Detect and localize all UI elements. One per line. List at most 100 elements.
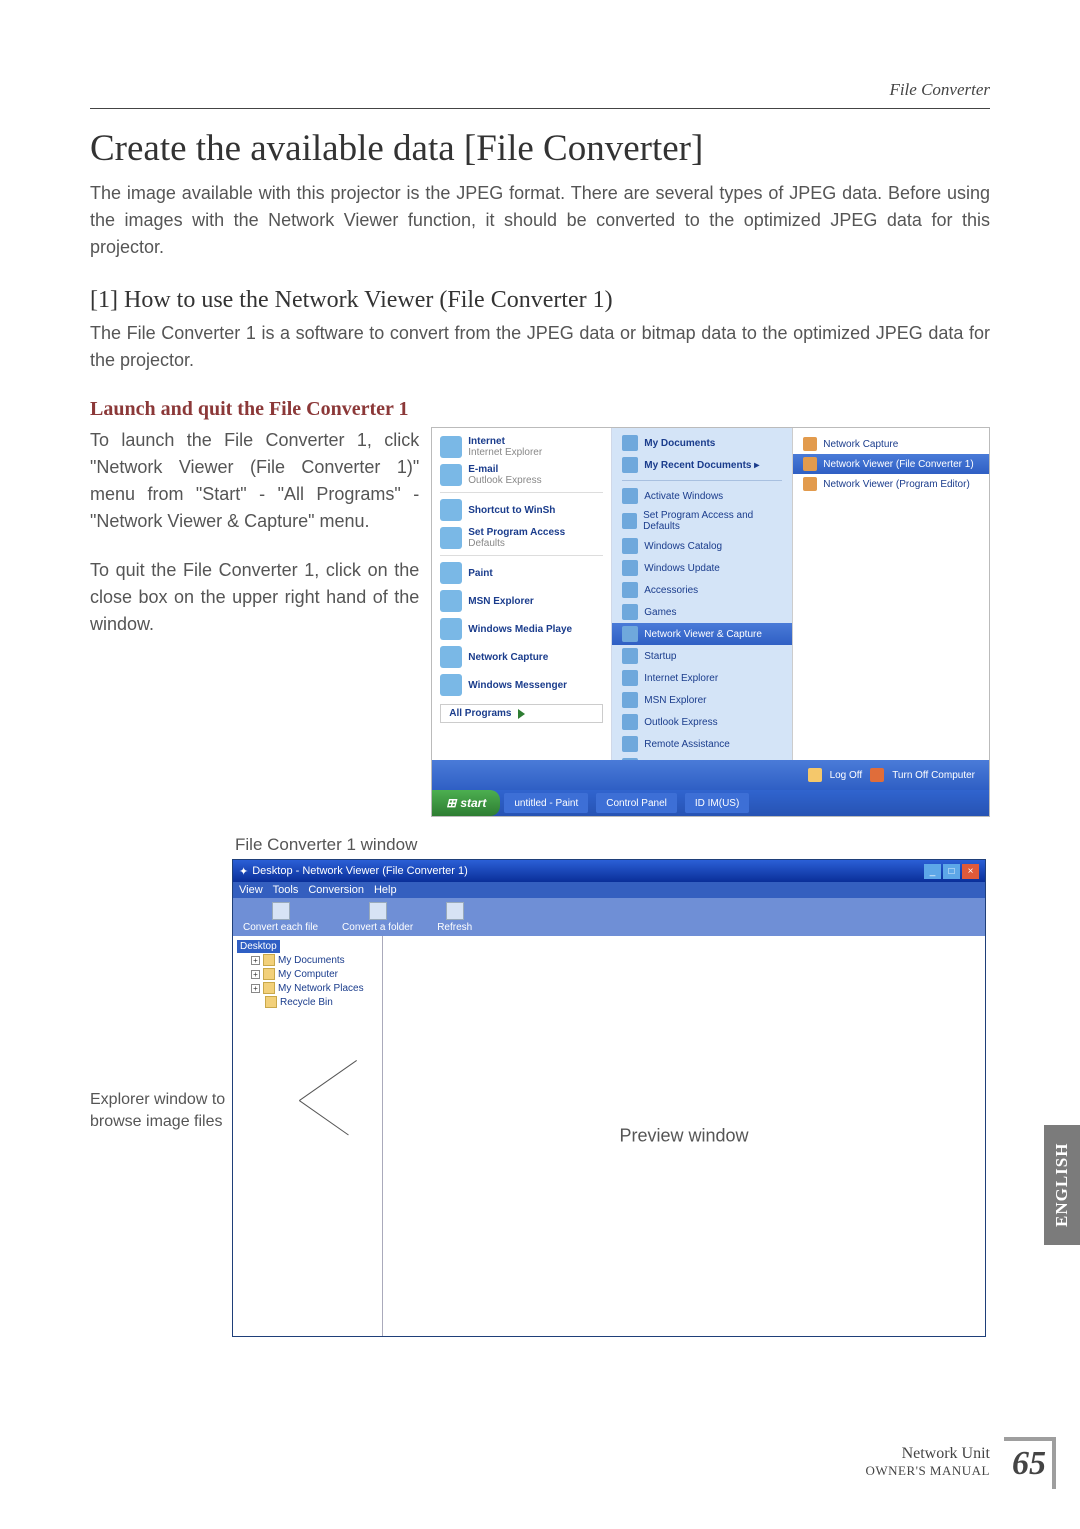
start-pinned-item[interactable]: Set Program AccessDefaults (432, 525, 611, 551)
tree-root[interactable]: Desktop (237, 940, 280, 953)
key-icon (808, 768, 822, 782)
launch-p1: To launch the File Converter 1, click "N… (90, 427, 419, 535)
toolbar-icon (369, 902, 387, 920)
menu-item[interactable]: Conversion (308, 884, 364, 896)
window-titlebar: ✦ Desktop - Network Viewer (File Convert… (233, 860, 985, 882)
start-pinned-item[interactable]: Paint (432, 560, 611, 586)
start-pinned-item[interactable]: Shortcut to WinSh (432, 497, 611, 523)
app-icon (440, 590, 462, 612)
folder-icon (263, 982, 275, 994)
start-pinned-item[interactable]: Windows Messenger (432, 672, 611, 698)
app-icon (440, 436, 462, 458)
section-body: The File Converter 1 is a software to co… (90, 320, 990, 374)
header-running-title: File Converter (889, 80, 990, 100)
submenu-item[interactable]: Network Capture (793, 434, 989, 454)
power-icon (870, 768, 884, 782)
programs-menu-item[interactable]: Network Viewer & Capture (612, 623, 792, 645)
annotation-line (299, 1060, 357, 1101)
programs-menu-item[interactable]: Games (612, 601, 792, 623)
submenu-item[interactable]: Network Viewer (File Converter 1) (793, 454, 989, 474)
start-menu-screenshot: InternetInternet ExplorerE-mailOutlook E… (431, 427, 990, 817)
toolbar-button[interactable]: Convert a folder (342, 902, 413, 933)
programs-menu-item[interactable]: Outlook Express (612, 711, 792, 733)
program-icon (622, 582, 638, 598)
app-icon (440, 527, 462, 549)
preview-pane: Preview window (383, 936, 985, 1336)
app-icon (440, 562, 462, 584)
tree-node[interactable]: Recycle Bin (251, 995, 378, 1009)
header-rule (90, 108, 990, 109)
tree-node[interactable]: +My Documents (251, 953, 378, 967)
app-icon (440, 646, 462, 668)
programs-menu-item[interactable]: Internet Explorer (612, 667, 792, 689)
tree-node[interactable]: +My Network Places (251, 981, 378, 995)
tree-node[interactable]: +My Computer (251, 967, 378, 981)
start-pinned-item[interactable]: Windows Media Playe (432, 616, 611, 642)
folder-tree[interactable]: Desktop +My Documents+My Computer+My Net… (233, 936, 383, 1336)
footer-line1: Network Unit (865, 1445, 990, 1463)
start-pinned-item[interactable]: InternetInternet Explorer (432, 434, 611, 460)
app-icon (440, 499, 462, 521)
programs-menu-item[interactable]: Startup (612, 645, 792, 667)
start-special-folder[interactable]: My Documents (612, 432, 792, 454)
program-icon (622, 538, 638, 554)
toolbar-icon (446, 902, 464, 920)
program-icon (622, 692, 638, 708)
expand-icon[interactable]: + (251, 970, 260, 979)
start-button[interactable]: ⊞ start (432, 790, 500, 816)
taskbar-item[interactable]: Control Panel (596, 793, 677, 813)
programs-menu-item[interactable]: Remote Assistance (612, 733, 792, 755)
maximize-button[interactable]: □ (943, 864, 960, 879)
fc-window-caption: File Converter 1 window (235, 835, 990, 855)
folder-icon (263, 954, 275, 966)
program-icon (622, 560, 638, 576)
taskbar-item[interactable]: ID IM(US) (685, 793, 749, 813)
minimize-button[interactable]: _ (924, 864, 941, 879)
start-menu-left-pane: InternetInternet ExplorerE-mailOutlook E… (432, 428, 612, 778)
menu-item[interactable]: View (239, 884, 263, 896)
programs-menu-item[interactable]: Windows Catalog (612, 535, 792, 557)
programs-menu-item[interactable]: Accessories (612, 579, 792, 601)
program-icon (622, 626, 638, 642)
preview-label: Preview window (619, 1126, 748, 1147)
start-pinned-item[interactable]: MSN Explorer (432, 588, 611, 614)
all-programs-button[interactable]: All Programs (440, 704, 603, 723)
programs-menu-item[interactable]: Set Program Access and Defaults (612, 507, 792, 535)
footer: Network Unit OWNER'S MANUAL (865, 1445, 990, 1479)
expand-icon[interactable]: + (251, 984, 260, 993)
taskbar-item[interactable]: untitled - Paint (504, 793, 588, 813)
toolbar-button[interactable]: Refresh (437, 902, 472, 933)
programs-menu-item[interactable]: Activate Windows (612, 485, 792, 507)
menu-bar[interactable]: View Tools Conversion Help (233, 882, 985, 898)
program-icon (622, 736, 638, 752)
folder-icon (265, 996, 277, 1008)
program-icon (622, 670, 638, 686)
submenu-item[interactable]: Network Viewer (Program Editor) (793, 474, 989, 494)
program-icon (622, 513, 637, 529)
folder-icon (622, 435, 638, 451)
start-special-folder[interactable]: My Recent Documents ▸ (612, 454, 792, 476)
window-title: Desktop - Network Viewer (File Converter… (252, 865, 468, 877)
start-button-label: start (460, 796, 486, 810)
logoff-label[interactable]: Log Off (830, 770, 863, 781)
program-icon (622, 714, 638, 730)
windows-logo-icon: ⊞ (446, 796, 456, 810)
language-side-tab: ENGLISH (1044, 1125, 1080, 1245)
menu-item[interactable]: Tools (273, 884, 299, 896)
shortcut-icon (803, 437, 817, 451)
shortcut-icon (803, 457, 817, 471)
expand-icon[interactable]: + (251, 956, 260, 965)
program-icon (622, 488, 638, 504)
menu-item[interactable]: Help (374, 884, 397, 896)
close-button[interactable]: × (962, 864, 979, 879)
program-icon (622, 648, 638, 664)
start-menu-programs-pane: My DocumentsMy Recent Documents ▸ Activat… (612, 428, 792, 778)
start-pinned-item[interactable]: Network Capture (432, 644, 611, 670)
programs-menu-item[interactable]: Windows Update (612, 557, 792, 579)
programs-menu-item[interactable]: MSN Explorer (612, 689, 792, 711)
page-number: 65 (1012, 1445, 1046, 1483)
app-icon: ✦ (239, 865, 248, 878)
start-pinned-item[interactable]: E-mailOutlook Express (432, 462, 611, 488)
turnoff-label[interactable]: Turn Off Computer (892, 770, 975, 781)
toolbar-button[interactable]: Convert each file (243, 902, 318, 933)
